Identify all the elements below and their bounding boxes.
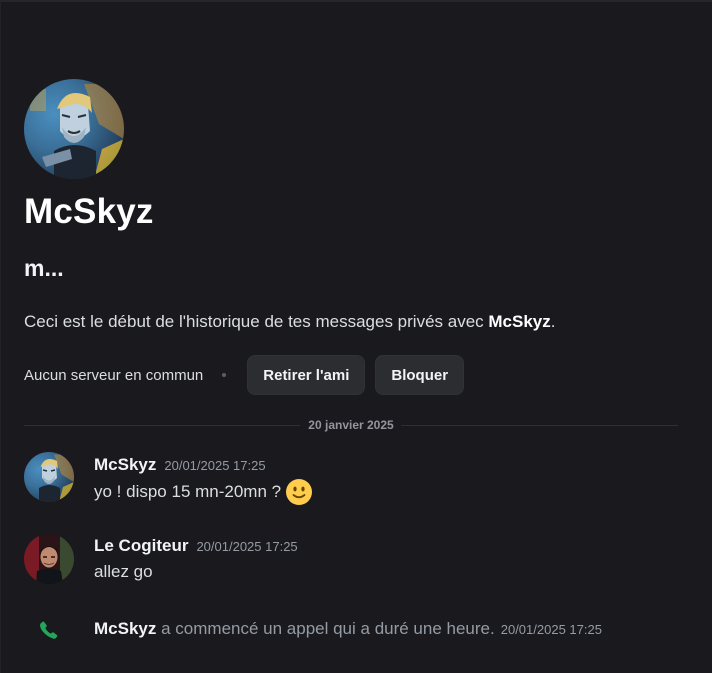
dm-intro-text: Ceci est le début de l'historique de tes… xyxy=(24,312,556,332)
remove-friend-button[interactable]: Retirer l'ami xyxy=(247,355,366,395)
call-system-message: McSkyz a commencé un appel qui a duré un… xyxy=(94,619,602,639)
intro-suffix: . xyxy=(550,312,556,331)
message-header: McSkyz 20/01/2025 17:25 xyxy=(94,455,266,475)
message-content: allez go xyxy=(94,562,153,582)
divider-date: 20 janvier 2025 xyxy=(300,416,402,434)
slightly-smiling-face-icon xyxy=(285,478,313,506)
author-avatar[interactable] xyxy=(24,452,74,502)
phone-icon xyxy=(38,619,60,641)
profile-name: McSkyz xyxy=(24,192,154,231)
call-description: a commencé un appel qui a duré une heure… xyxy=(161,619,495,638)
call-author[interactable]: McSkyz xyxy=(94,619,156,638)
intro-prefix: Ceci est le début de l'historique de tes… xyxy=(24,312,489,331)
author-avatar[interactable] xyxy=(24,534,74,584)
left-border xyxy=(0,0,1,673)
message-author[interactable]: Le Cogiteur xyxy=(94,536,188,555)
message-content: yo ! dispo 15 mn-20mn ? xyxy=(94,478,313,506)
intro-username: McSkyz xyxy=(488,312,551,331)
message-author[interactable]: McSkyz xyxy=(94,455,156,474)
profile-actions: Aucun serveur en commun Retirer l'ami Bl… xyxy=(24,355,465,395)
message-text: allez go xyxy=(94,562,153,581)
profile-status: m... xyxy=(24,255,64,281)
message-timestamp[interactable]: 20/01/2025 17:25 xyxy=(164,458,265,473)
top-border xyxy=(0,0,712,2)
message-header: Le Cogiteur 20/01/2025 17:25 xyxy=(94,536,298,556)
profile-avatar[interactable] xyxy=(24,79,124,179)
message-text: yo ! dispo 15 mn-20mn ? xyxy=(94,482,282,501)
date-divider: 20 janvier 2025 xyxy=(24,416,678,434)
call-timestamp[interactable]: 20/01/2025 17:25 xyxy=(501,622,602,637)
block-button[interactable]: Bloquer xyxy=(375,355,465,395)
mutual-servers-label[interactable]: Aucun serveur en commun xyxy=(24,367,203,384)
message-timestamp[interactable]: 20/01/2025 17:25 xyxy=(196,539,297,554)
separator-dot xyxy=(222,373,227,377)
